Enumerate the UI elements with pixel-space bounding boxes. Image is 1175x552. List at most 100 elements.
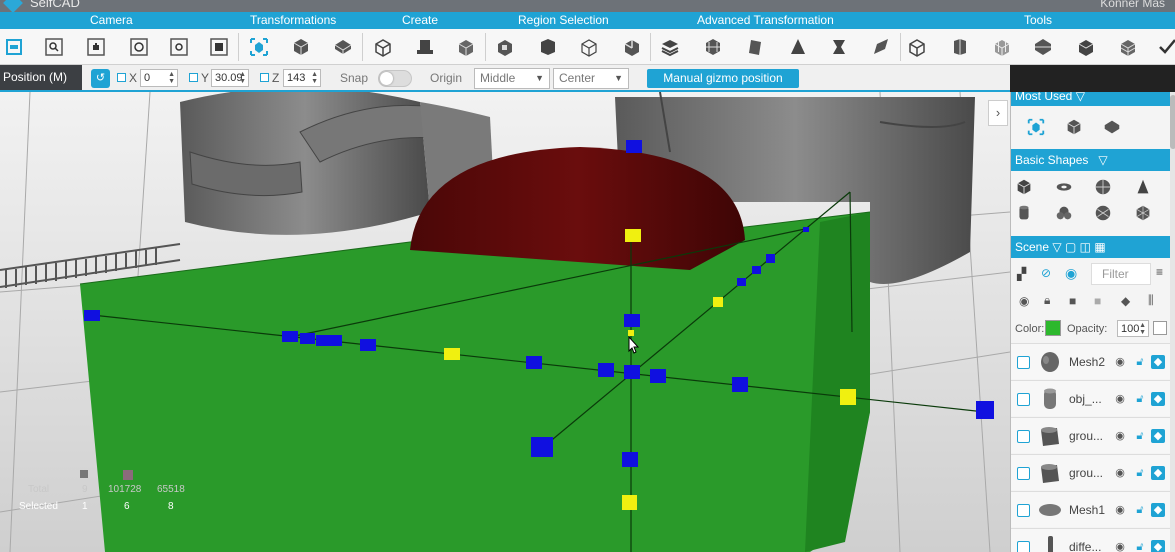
wireframe-cube-icon[interactable] bbox=[904, 34, 930, 60]
cube-icon[interactable]: ◆ bbox=[1151, 429, 1165, 443]
cube-icon[interactable]: ◆ bbox=[1151, 503, 1165, 517]
basic-shapes-header[interactable]: Basic Shapes ▽ bbox=[1011, 149, 1170, 171]
eye-icon[interactable]: ◉ bbox=[1113, 540, 1127, 552]
opacity-reset-button[interactable] bbox=[1153, 321, 1167, 335]
most-used-header[interactable]: Most Used ▽ bbox=[1011, 92, 1170, 106]
zoom-icon[interactable] bbox=[41, 34, 67, 60]
cone-icon[interactable] bbox=[785, 34, 811, 60]
hat-shape-icon[interactable] bbox=[412, 34, 438, 60]
mesh-cube-icon[interactable] bbox=[989, 34, 1015, 60]
merge-icon[interactable] bbox=[1073, 34, 1099, 60]
panel-scrollbar[interactable] bbox=[1170, 92, 1175, 552]
manual-gizmo-button[interactable]: Manual gizmo position bbox=[647, 69, 799, 88]
eye-icon[interactable]: ◉ bbox=[1113, 466, 1127, 480]
object-select-checkbox[interactable] bbox=[1017, 504, 1030, 517]
object-select-checkbox[interactable] bbox=[1017, 430, 1030, 443]
box-shape-icon[interactable] bbox=[453, 34, 479, 60]
scene-object-row[interactable]: Mesh2 ◉ 🔓︎ ◆ bbox=[1011, 343, 1170, 379]
cut-cube-icon[interactable] bbox=[1115, 34, 1141, 60]
filter-input[interactable]: Filter bbox=[1091, 263, 1151, 285]
cube-icon[interactable]: ◆ bbox=[1151, 540, 1165, 552]
category-camera[interactable]: Camera bbox=[90, 13, 133, 27]
category-tools[interactable]: Tools bbox=[1024, 13, 1052, 27]
geosphere-shape-icon[interactable] bbox=[1092, 202, 1114, 224]
scene-object-row[interactable]: obj_... ◉ 🔓︎ ◆ bbox=[1011, 380, 1170, 416]
eye-icon[interactable]: ◉ bbox=[1113, 503, 1127, 517]
cube-rotate-icon[interactable] bbox=[1063, 116, 1085, 138]
eye-icon[interactable]: ◉ bbox=[1113, 429, 1127, 443]
snap-toggle[interactable] bbox=[378, 70, 412, 87]
settings-icon[interactable]: ⫼ bbox=[1148, 293, 1154, 308]
scene-header[interactable]: Scene ▽ ▢ ◫ ▦ bbox=[1011, 236, 1170, 258]
hide-icon[interactable]: ⊘ bbox=[1041, 266, 1051, 280]
move-tool-icon[interactable] bbox=[246, 34, 272, 60]
focus-icon[interactable] bbox=[166, 34, 192, 60]
x-value-input[interactable]: 0 ▲ ▼ bbox=[140, 69, 178, 87]
object-select-checkbox[interactable] bbox=[1017, 467, 1030, 480]
eye-icon[interactable]: ◉ bbox=[1065, 265, 1077, 282]
collapse-panel-button[interactable]: › bbox=[988, 100, 1008, 126]
sphere-shape-icon[interactable] bbox=[1092, 176, 1114, 198]
face-select-icon[interactable] bbox=[492, 34, 518, 60]
grid-view-icon[interactable]: ▦ bbox=[1094, 240, 1105, 254]
pan-icon[interactable] bbox=[83, 34, 109, 60]
transparent-icon[interactable]: ■ bbox=[1094, 294, 1101, 308]
opacity-input[interactable]: 100 ▲ ▼ bbox=[1117, 320, 1149, 337]
lock-icon[interactable]: 🔓︎ bbox=[1133, 429, 1147, 443]
x-axis-checkbox[interactable] bbox=[117, 73, 126, 82]
solid-icon[interactable]: ■ bbox=[1069, 294, 1076, 308]
stack-icon[interactable] bbox=[657, 34, 683, 60]
scene-object-row[interactable]: grou... ◉ 🔓︎ ◆ bbox=[1011, 454, 1170, 490]
reset-position-icon[interactable]: ↺ bbox=[91, 69, 110, 88]
y-axis-checkbox[interactable] bbox=[189, 73, 198, 82]
vertex-select-icon[interactable] bbox=[576, 34, 602, 60]
category-create[interactable]: Create bbox=[402, 13, 438, 27]
lock-icon[interactable]: 🔓︎ bbox=[1133, 503, 1147, 517]
cube-icon[interactable]: ◆ bbox=[1151, 355, 1165, 369]
move-tool-icon[interactable] bbox=[1025, 116, 1047, 138]
scene-object-row[interactable]: grou... ◉ 🔓︎ ◆ bbox=[1011, 417, 1170, 453]
cube-rotate-icon[interactable] bbox=[288, 34, 314, 60]
3d-viewport[interactable]: Total 9 101728 65518 Selected 1 6 8 bbox=[0, 92, 1010, 552]
cube-shape-icon[interactable] bbox=[1013, 176, 1035, 198]
origin-vertical-select[interactable]: Middle ▼ bbox=[474, 68, 550, 89]
scale-tool-icon[interactable] bbox=[330, 34, 356, 60]
z-axis-checkbox[interactable] bbox=[260, 73, 269, 82]
check-tool-icon[interactable] bbox=[1155, 34, 1175, 60]
scene-object-row[interactable]: Mesh1 ◉ 🔓︎ ◆ bbox=[1011, 491, 1170, 527]
object-select-checkbox[interactable] bbox=[1017, 393, 1030, 406]
camera-view-icon[interactable] bbox=[1, 34, 27, 60]
lock-icon[interactable]: 🔒︎ bbox=[1044, 293, 1050, 308]
cube-icon[interactable]: ◆ bbox=[1151, 392, 1165, 406]
eye-icon[interactable]: ◉ bbox=[1113, 392, 1127, 406]
icosahedron-shape-icon[interactable] bbox=[1132, 202, 1154, 224]
scale-tool-icon[interactable] bbox=[1101, 116, 1123, 138]
cube-icon[interactable]: ◆ bbox=[1151, 466, 1165, 480]
cube-icon[interactable]: ◆ bbox=[1121, 294, 1130, 308]
scene-object-row[interactable]: diffe... ◉ 🔓︎ ◆ bbox=[1011, 528, 1170, 552]
object-select-checkbox[interactable] bbox=[1017, 541, 1030, 552]
sort-icon[interactable]: ≡ bbox=[1156, 265, 1163, 279]
toggle-view-icon[interactable]: ◫ bbox=[1080, 240, 1091, 254]
subdivide-icon[interactable] bbox=[700, 34, 726, 60]
edge-select-icon[interactable] bbox=[535, 34, 561, 60]
region-select-icon[interactable] bbox=[619, 34, 645, 60]
color-swatch[interactable] bbox=[1045, 320, 1061, 336]
square-view-icon[interactable]: ▢ bbox=[1065, 240, 1076, 254]
solid-cube-icon[interactable] bbox=[947, 34, 973, 60]
eye-icon[interactable]: ◉ bbox=[1113, 355, 1127, 369]
torus-shape-icon[interactable] bbox=[1053, 176, 1075, 198]
group-icon[interactable]: ▞ bbox=[1017, 267, 1026, 281]
rotate-view-icon[interactable] bbox=[126, 34, 152, 60]
lock-icon[interactable]: 🔓︎ bbox=[1133, 392, 1147, 406]
extrude-icon[interactable] bbox=[743, 34, 769, 60]
lock-icon[interactable]: 🔓︎ bbox=[1133, 540, 1147, 552]
category-advanced-transformation[interactable]: Advanced Transformation bbox=[697, 13, 834, 27]
category-transformations[interactable]: Transformations bbox=[250, 13, 336, 27]
knot-shape-icon[interactable] bbox=[1053, 202, 1075, 224]
lock-icon[interactable]: 🔓︎ bbox=[1133, 355, 1147, 369]
user-name[interactable]: Konner Mas bbox=[1100, 0, 1165, 10]
twist-icon[interactable] bbox=[826, 34, 852, 60]
fit-view-icon[interactable] bbox=[206, 34, 232, 60]
origin-horizontal-select[interactable]: Center ▼ bbox=[553, 68, 629, 89]
